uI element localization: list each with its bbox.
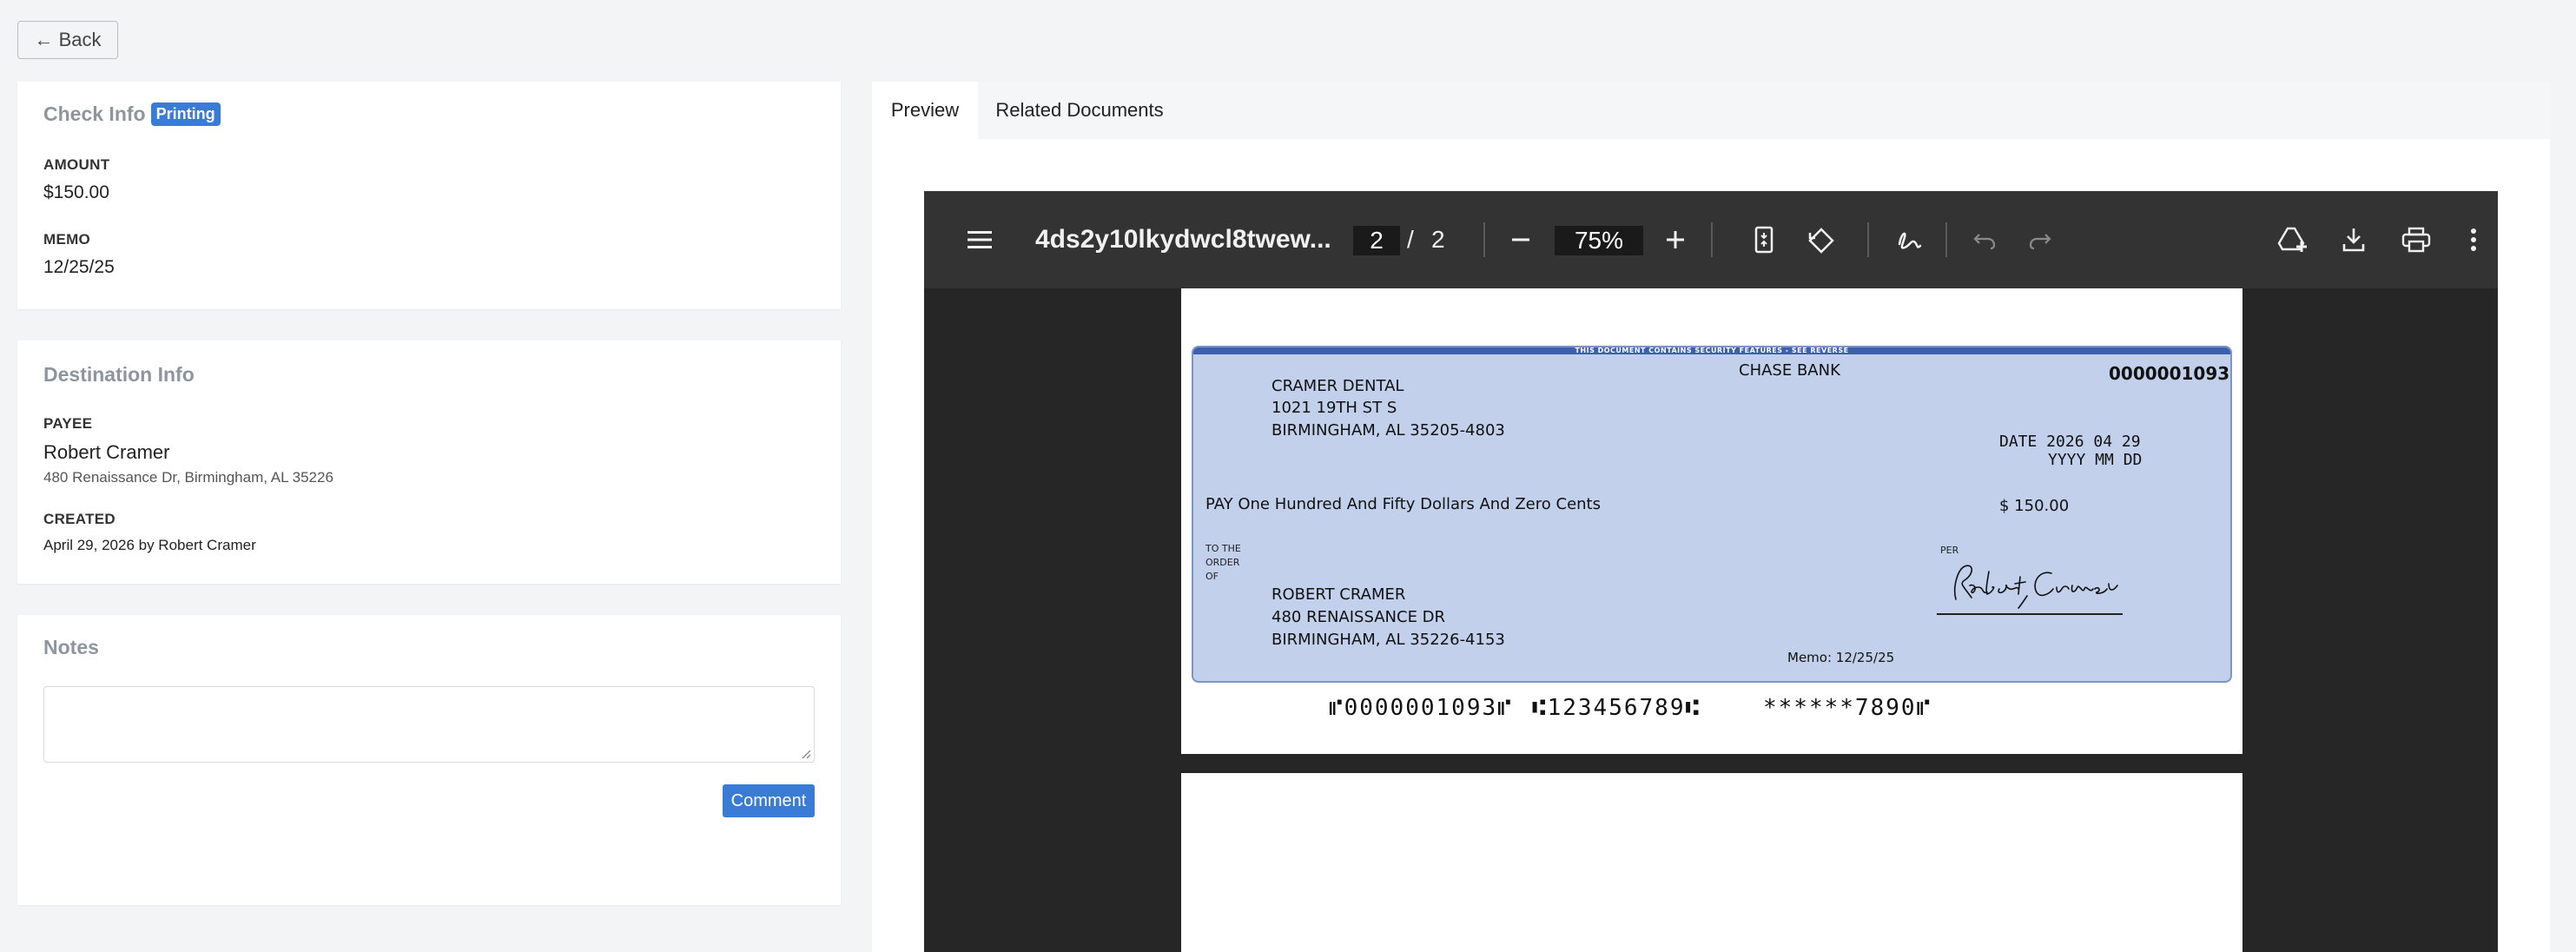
menu-icon[interactable] xyxy=(959,191,1001,288)
print-icon[interactable] xyxy=(2395,191,2437,288)
fit-page-icon[interactable] xyxy=(1744,191,1784,288)
page-number-input[interactable]: 2 xyxy=(1353,226,1400,255)
micr-check-number: ⑈0000001093⑈ xyxy=(1329,695,1513,721)
tab-related-documents[interactable]: Related Documents xyxy=(978,82,1181,139)
check-drawer-name: CRAMER DENTAL xyxy=(1271,377,1404,395)
toolbar-divider xyxy=(1945,222,1947,257)
check-drawer-address-2: BIRMINGHAM, AL 35205-4803 xyxy=(1271,421,1505,440)
undo-icon[interactable] xyxy=(1965,191,2005,288)
notes-textarea[interactable] xyxy=(43,686,815,763)
zoom-out-icon[interactable] xyxy=(1501,191,1541,288)
amount-value: $150.00 xyxy=(43,182,109,202)
page-separator: / xyxy=(1407,226,1414,253)
memo-value: 12/25/25 xyxy=(43,257,115,277)
check-amount: $ 150.00 xyxy=(1999,497,2070,515)
resize-grip-icon[interactable] xyxy=(801,749,811,759)
zoom-in-icon[interactable] xyxy=(1655,191,1695,288)
created-value: April 29, 2026 by Robert Cramer xyxy=(43,537,256,553)
pdf-page-1: THIS DOCUMENT CONTAINS SECURITY FEATURES… xyxy=(1181,288,2242,754)
check-info-heading: Check Info Printing xyxy=(43,102,221,126)
amount-label: AMOUNT xyxy=(43,156,110,173)
tab-bar: Preview Related Documents xyxy=(872,82,2550,139)
toolbar-divider xyxy=(1483,222,1485,257)
micr-routing-number: ⑆123456789⑆ xyxy=(1532,695,1701,721)
check-security-text: THIS DOCUMENT CONTAINS SECURITY FEATURES… xyxy=(1575,347,1849,354)
check-number: 0000001093 xyxy=(2109,363,2230,384)
notes-card: Notes Comment xyxy=(17,615,841,905)
check-info-title: Check Info xyxy=(43,102,146,125)
check-date: DATE 2026 04 29 xyxy=(1999,433,2141,451)
signature-line xyxy=(1937,613,2123,615)
check-payee-address-2: BIRMINGHAM, AL 35226-4153 xyxy=(1271,631,1505,649)
zoom-input[interactable]: 75% xyxy=(1555,226,1643,255)
comment-button[interactable]: Comment xyxy=(723,784,815,817)
status-badge: Printing xyxy=(150,102,221,126)
tab-preview[interactable]: Preview xyxy=(872,82,978,139)
destination-info-card: Destination Info PAYEE Robert Cramer 480… xyxy=(17,340,841,584)
destination-info-title: Destination Info xyxy=(43,363,195,386)
save-to-drive-icon[interactable] xyxy=(2272,191,2314,288)
toolbar-divider xyxy=(1711,222,1713,257)
pdf-viewer: 4ds2y10lkydwcl8twew... 2 / 2 75% THIS DO… xyxy=(924,191,2498,952)
memo-label: MEMO xyxy=(43,231,91,248)
payee-name: Robert Cramer xyxy=(43,441,170,463)
signature-image xyxy=(1953,565,2118,609)
micr-account-number: ******7890⑈ xyxy=(1763,695,1932,721)
check-info-card: Check Info Printing AMOUNT $150.00 MEMO 1… xyxy=(17,82,841,309)
toolbar-divider xyxy=(1867,222,1869,257)
document-panel: Preview Related Documents 4ds2y10lkydwcl… xyxy=(872,82,2550,952)
download-icon[interactable] xyxy=(2333,191,2375,288)
pdf-toolbar: 4ds2y10lkydwcl8twew... 2 / 2 75% xyxy=(924,191,2498,288)
payee-label: PAYEE xyxy=(43,415,93,432)
check-image: THIS DOCUMENT CONTAINS SECURITY FEATURES… xyxy=(1192,346,2232,683)
created-label: CREATED xyxy=(43,511,116,527)
pdf-page-2 xyxy=(1181,773,2242,952)
check-bank-name: CHASE BANK xyxy=(1739,361,1840,380)
draw-icon[interactable] xyxy=(1890,191,1930,288)
check-drawer-address-1: 1021 19TH ST S xyxy=(1271,399,1397,417)
check-pay-line: PAY One Hundred And Fifty Dollars And Ze… xyxy=(1205,495,1601,513)
payee-address: 480 Renaissance Dr, Birmingham, AL 35226 xyxy=(43,469,334,486)
check-date-format: YYYY MM DD xyxy=(2048,451,2143,469)
check-memo: Memo: 12/25/25 xyxy=(1787,650,1895,665)
notes-title: Notes xyxy=(43,636,99,658)
check-order-label: TO THE ORDER OF xyxy=(1205,543,1241,582)
redo-icon[interactable] xyxy=(2020,191,2060,288)
rotate-icon[interactable] xyxy=(1801,191,1841,288)
more-options-icon[interactable] xyxy=(2456,191,2491,288)
page-total: 2 xyxy=(1431,226,1445,253)
pdf-file-title: 4ds2y10lkydwcl8twew... xyxy=(1035,225,1331,254)
check-payee-address-1: 480 RENAISSANCE DR xyxy=(1271,608,1446,626)
back-button[interactable]: ← Back xyxy=(17,21,118,59)
check-payee-name: ROBERT CRAMER xyxy=(1271,585,1406,604)
